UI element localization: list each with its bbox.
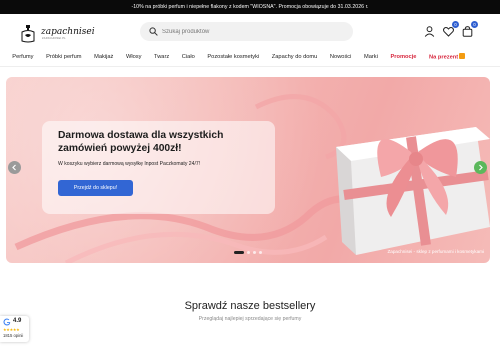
- nav-item-na-prezent[interactable]: Na prezent: [423, 53, 472, 61]
- google-icon: [3, 318, 11, 326]
- nav-item-wlosy[interactable]: Włosy: [120, 54, 148, 60]
- promo-bar: -10% na próbki perfum i niepełne flakony…: [0, 0, 500, 14]
- promo-card-title: Darmowa dostawa dla wszystkich zamówień …: [58, 130, 224, 154]
- slider-dot[interactable]: [234, 251, 244, 254]
- search-icon: [149, 27, 158, 36]
- go-to-shop-button[interactable]: Przejdź do sklepu!: [58, 180, 133, 196]
- nav-item-perfumy[interactable]: Perfumy: [6, 54, 40, 60]
- logo-tagline: ZAPACHNISEI.PL: [42, 37, 66, 40]
- wishlist-button[interactable]: 0: [442, 21, 459, 38]
- promo-card-subtitle: W koszyku wybierz darmową wysyłkę Inpost…: [58, 161, 201, 167]
- nav-item-promocje[interactable]: Promocje: [384, 54, 423, 60]
- nav-item-na-prezent-label: Na prezent: [429, 54, 459, 61]
- nav-item-twarz[interactable]: Twarz: [148, 54, 176, 60]
- hero-caption: Zapachnisei - sklep z perfumami i kosmet…: [387, 249, 484, 254]
- slider-pagination: [234, 251, 262, 254]
- cart-button[interactable]: 0: [461, 21, 478, 38]
- logo-text: zapachnisei: [41, 27, 95, 37]
- slider-dot[interactable]: [259, 251, 262, 254]
- nav-item-pozostale-kosmetyki[interactable]: Pozostałe kosmetyki: [201, 54, 265, 60]
- nav-divider: [0, 66, 500, 67]
- slider-prev-button[interactable]: [8, 161, 21, 174]
- nav-item-zapachy-do-domu[interactable]: Zapachy do domu: [266, 54, 324, 60]
- nav-item-cialo[interactable]: Ciało: [176, 54, 202, 60]
- rating-count: 1815 opinii: [3, 333, 24, 338]
- search-bar[interactable]: [140, 22, 353, 41]
- nav-item-makijaz[interactable]: Makijaż: [88, 54, 120, 60]
- chevron-right-icon: [479, 164, 483, 171]
- search-input[interactable]: [162, 24, 347, 39]
- perfume-bottle-logo-icon: [21, 25, 35, 43]
- slider-next-button[interactable]: [474, 161, 487, 174]
- bestsellers-title: Sprawdź nasze bestsellery: [184, 300, 316, 312]
- user-icon: [424, 26, 435, 37]
- site-header: zapachnisei ZAPACHNISEI.PL 0 0: [0, 14, 500, 50]
- account-button[interactable]: [423, 25, 436, 38]
- promo-bar-text: -10% na próbki perfum i niepełne flakony…: [131, 4, 369, 10]
- promo-card: Darmowa dostawa dla wszystkich zamówień …: [42, 121, 275, 214]
- site-logo[interactable]: zapachnisei ZAPACHNISEI.PL: [18, 24, 108, 44]
- gift-icon: [459, 53, 466, 60]
- nav-item-marki[interactable]: Marki: [358, 54, 385, 60]
- rating-stars: ★★★★★: [3, 327, 20, 332]
- nav-item-probki-perfum[interactable]: Próbki perfum: [40, 54, 88, 60]
- bestsellers-subtitle: Przeglądaj najlepiej sprzedające się per…: [198, 316, 302, 322]
- cart-count-badge: 0: [471, 21, 478, 28]
- rating-score: 4.9: [13, 318, 22, 324]
- slider-dot[interactable]: [253, 251, 256, 254]
- main-nav: Perfumy Próbki perfum Makijaż Włosy Twar…: [0, 50, 500, 64]
- chevron-left-icon: [12, 164, 16, 171]
- google-rating-widget[interactable]: 4.9 ★★★★★ 1815 opinii: [0, 316, 29, 342]
- wishlist-count-badge: 0: [452, 21, 459, 28]
- slider-dot[interactable]: [247, 251, 250, 254]
- nav-item-nowosci[interactable]: Nowości: [324, 54, 358, 60]
- hero-banner[interactable]: Darmowa dostawa dla wszystkich zamówień …: [6, 77, 490, 263]
